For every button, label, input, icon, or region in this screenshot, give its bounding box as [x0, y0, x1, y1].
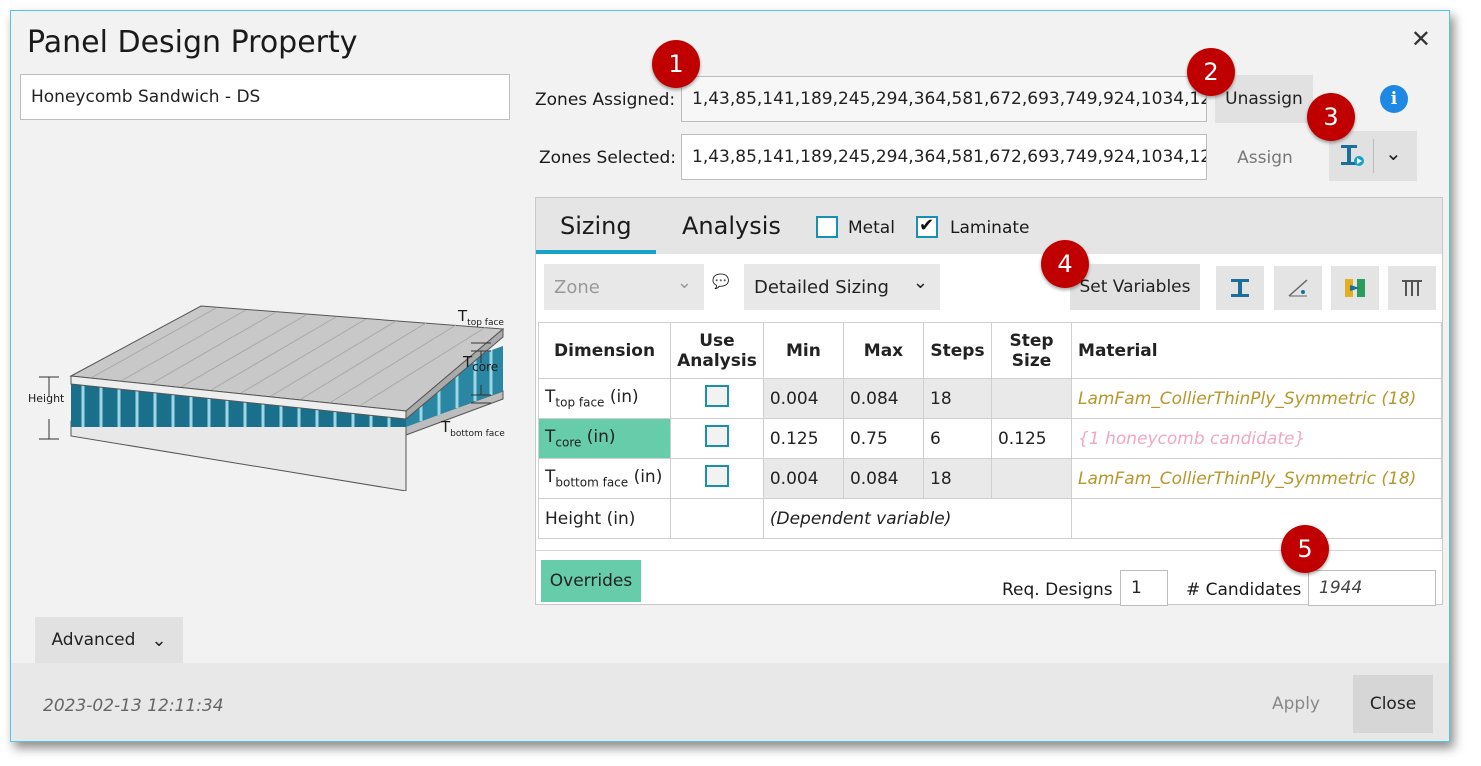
table-header-row: Dimension Use Analysis Min Max Steps Step…: [537, 322, 1442, 379]
header-max: Max: [842, 322, 925, 379]
tcore-label: Tcore: [463, 353, 499, 374]
timestamp: 2023-02-13 12:11:34: [43, 696, 224, 716]
sizing-mode-dropdown[interactable]: Detailed Sizing ⌄: [744, 264, 940, 310]
use-analysis-checkbox[interactable]: [704, 385, 729, 407]
dimension-cell: Height (in): [537, 498, 672, 539]
callout-marker-1: 1: [652, 40, 700, 88]
table-row: Tcore (in) 0.125 0.75 6 0.125 {1 honeyco…: [537, 418, 1442, 459]
table-row: Ttop face (in) 0.004 0.084 18 LamFam_Col…: [537, 378, 1442, 419]
callout-marker-2: 2: [1187, 48, 1235, 96]
dimension-cell: Ttop face (in): [537, 378, 672, 419]
active-tab-indicator: [536, 250, 656, 254]
design-name-input[interactable]: Honeycomb Sandwich - DS: [20, 74, 510, 120]
req-designs-input[interactable]: 1: [1120, 570, 1168, 606]
laminate-checkbox[interactable]: [916, 215, 938, 238]
metal-checkbox[interactable]: [816, 216, 838, 238]
advanced-dropdown[interactable]: Advanced ⌄: [35, 617, 183, 663]
laminate-label: Laminate: [950, 218, 1030, 238]
steps-cell[interactable]: 6: [923, 418, 992, 459]
steps-cell[interactable]: 18: [923, 458, 992, 499]
zones-assigned-label: Zones Assigned:: [535, 90, 676, 110]
max-cell[interactable]: 0.084: [842, 378, 925, 419]
info-bubble-icon[interactable]: 💬: [712, 274, 729, 290]
tab-bar: Sizing Analysis Metal Laminate: [536, 198, 1442, 254]
max-cell[interactable]: 0.084: [842, 458, 925, 499]
sizing-tool-split-button[interactable]: ⌄: [1329, 131, 1417, 181]
min-max-icon[interactable]: [1274, 266, 1322, 310]
header-step-size: Step Size: [990, 322, 1073, 379]
header-material: Material: [1071, 322, 1442, 379]
header-min: Min: [762, 322, 844, 379]
material-cell[interactable]: LamFam_CollierThinPly_Symmetric (18): [1071, 458, 1442, 499]
step-size-cell[interactable]: 0.125: [990, 418, 1073, 459]
panel-design-property-dialog: Panel Design Property ✕ Honeycomb Sandwi…: [10, 10, 1450, 742]
zones-selected-label: Zones Selected:: [539, 148, 676, 168]
metal-label: Metal: [848, 218, 895, 238]
ttop-label: Ttop face: [458, 307, 504, 328]
candidates-label: # Candidates: [1186, 580, 1302, 600]
max-cell[interactable]: 0.75: [842, 418, 925, 459]
height-bracket: [39, 376, 59, 440]
step-size-cell[interactable]: [990, 378, 1073, 419]
step-size-cell[interactable]: [990, 458, 1073, 499]
close-icon[interactable]: ✕: [1411, 25, 1431, 53]
beam-icon[interactable]: [1216, 266, 1264, 310]
chevron-down-icon: ⌄: [676, 272, 692, 293]
dimension-cell: Tbottom face (in): [537, 458, 672, 499]
zones-selected-field[interactable]: 1,43,85,141,189,245,294,364,581,672,693,…: [681, 134, 1207, 180]
overrides-button[interactable]: Overrides: [541, 560, 641, 602]
close-button[interactable]: Close: [1353, 675, 1433, 733]
dependent-variable-cell: (Dependent variable): [762, 498, 1073, 539]
header-steps: Steps: [923, 322, 992, 379]
assign-button[interactable]: Assign: [1225, 135, 1305, 181]
callout-marker-4: 4: [1041, 240, 1089, 288]
zones-assigned-field: 1,43,85,141,189,245,294,364,581,672,693,…: [681, 76, 1207, 122]
height-label: Height: [28, 392, 65, 405]
callout-marker-5: 5: [1281, 525, 1329, 573]
min-cell[interactable]: 0.004: [762, 458, 844, 499]
use-analysis-checkbox[interactable]: [704, 465, 729, 487]
tbottom-label: Tbottom face: [441, 418, 505, 439]
honeycomb-sandwich-diagram: [39, 305, 505, 491]
steps-cell[interactable]: 18: [923, 378, 992, 419]
dialog-title: Panel Design Property: [27, 25, 358, 60]
footer-bar: [11, 663, 1449, 741]
candidates-field: 1944: [1308, 570, 1436, 606]
tab-analysis[interactable]: Analysis: [682, 212, 781, 240]
min-cell[interactable]: 0.004: [762, 378, 844, 419]
sizing-table: Dimension Use Analysis Min Max Steps Step…: [537, 322, 1442, 539]
info-icon[interactable]: i: [1380, 85, 1408, 113]
header-dimension: Dimension: [537, 322, 672, 379]
tab-sizing[interactable]: Sizing: [560, 212, 632, 240]
dimension-cell[interactable]: Tcore (in): [537, 418, 672, 459]
set-variables-button[interactable]: Set Variables: [1070, 264, 1200, 310]
zone-transfer-icon[interactable]: [1331, 266, 1379, 310]
callout-marker-3: 3: [1307, 93, 1355, 141]
header-use-analysis: Use Analysis: [670, 322, 764, 379]
chevron-down-icon: ⌄: [151, 629, 167, 651]
bottom-face-front: [70, 420, 407, 491]
zone-dropdown[interactable]: Zone ⌄: [544, 264, 704, 310]
min-cell[interactable]: 0.125: [762, 418, 844, 459]
chevron-down-icon[interactable]: ⌄: [1385, 141, 1402, 165]
apply-button[interactable]: Apply: [1257, 675, 1335, 733]
chevron-down-icon: ⌄: [912, 272, 928, 293]
columns-icon[interactable]: [1388, 266, 1436, 310]
table-row: Tbottom face (in) 0.004 0.084 18 LamFam_…: [537, 458, 1442, 499]
material-cell[interactable]: {1 honeycomb candidate}: [1071, 418, 1442, 459]
beam-run-icon: [1337, 141, 1367, 169]
material-cell[interactable]: LamFam_CollierThinPly_Symmetric (18): [1071, 378, 1442, 419]
req-designs-label: Req. Designs: [1002, 580, 1113, 600]
use-analysis-checkbox[interactable]: [704, 425, 729, 447]
